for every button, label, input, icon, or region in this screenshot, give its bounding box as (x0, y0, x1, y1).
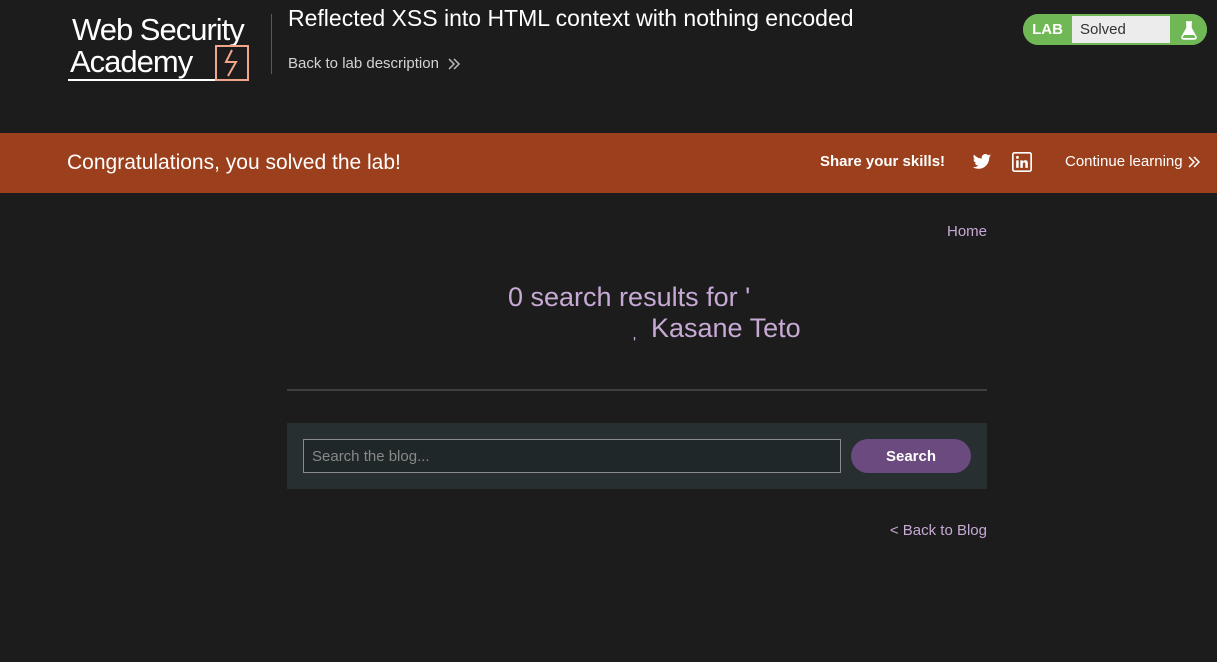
congratulations-message: Congratulations, you solved the lab! (67, 151, 401, 174)
logo-text-bottom: Academy (70, 44, 194, 79)
twitter-icon[interactable] (972, 152, 992, 172)
search-form: Search the blog... Search (287, 423, 987, 489)
results-count-text: 0 search results for ' (508, 282, 751, 312)
back-to-description-link[interactable]: Back to lab description (288, 55, 461, 72)
site-header: Web Security Academy Reflected XSS into … (0, 0, 1217, 133)
back-to-blog-link[interactable]: < Back to Blog (890, 522, 987, 539)
continue-learning-label: Continue learning (1065, 153, 1183, 170)
double-chevron-right-icon (1188, 155, 1200, 168)
continue-learning-link[interactable]: Continue learning (1065, 153, 1201, 170)
share-label: Share your skills! (820, 153, 946, 170)
header-divider (271, 14, 272, 74)
web-security-academy-logo[interactable]: Web Security Academy (66, 10, 270, 84)
linkedin-icon[interactable] (1012, 152, 1032, 172)
search-placeholder: Search the blog... (312, 447, 430, 465)
lab-tag: LAB (1023, 14, 1072, 45)
double-chevron-right-icon (448, 57, 460, 70)
home-link[interactable]: Home (947, 223, 987, 240)
content-divider (287, 389, 987, 391)
search-input[interactable]: Search the blog... (303, 439, 841, 473)
injected-search-term: Kasane Teto (651, 313, 801, 343)
flask-icon (1170, 14, 1207, 45)
lab-status-widget: LAB Solved (1023, 14, 1207, 45)
logo-text-top: Web Security (72, 12, 245, 47)
closing-quote: ' (633, 335, 637, 352)
back-link-label: Back to lab description (288, 55, 439, 72)
lab-title: Reflected XSS into HTML context with not… (288, 5, 854, 31)
lab-status-text: Solved (1072, 16, 1170, 43)
solved-banner: Congratulations, you solved the lab! Sha… (0, 133, 1217, 193)
search-button[interactable]: Search (851, 439, 971, 473)
